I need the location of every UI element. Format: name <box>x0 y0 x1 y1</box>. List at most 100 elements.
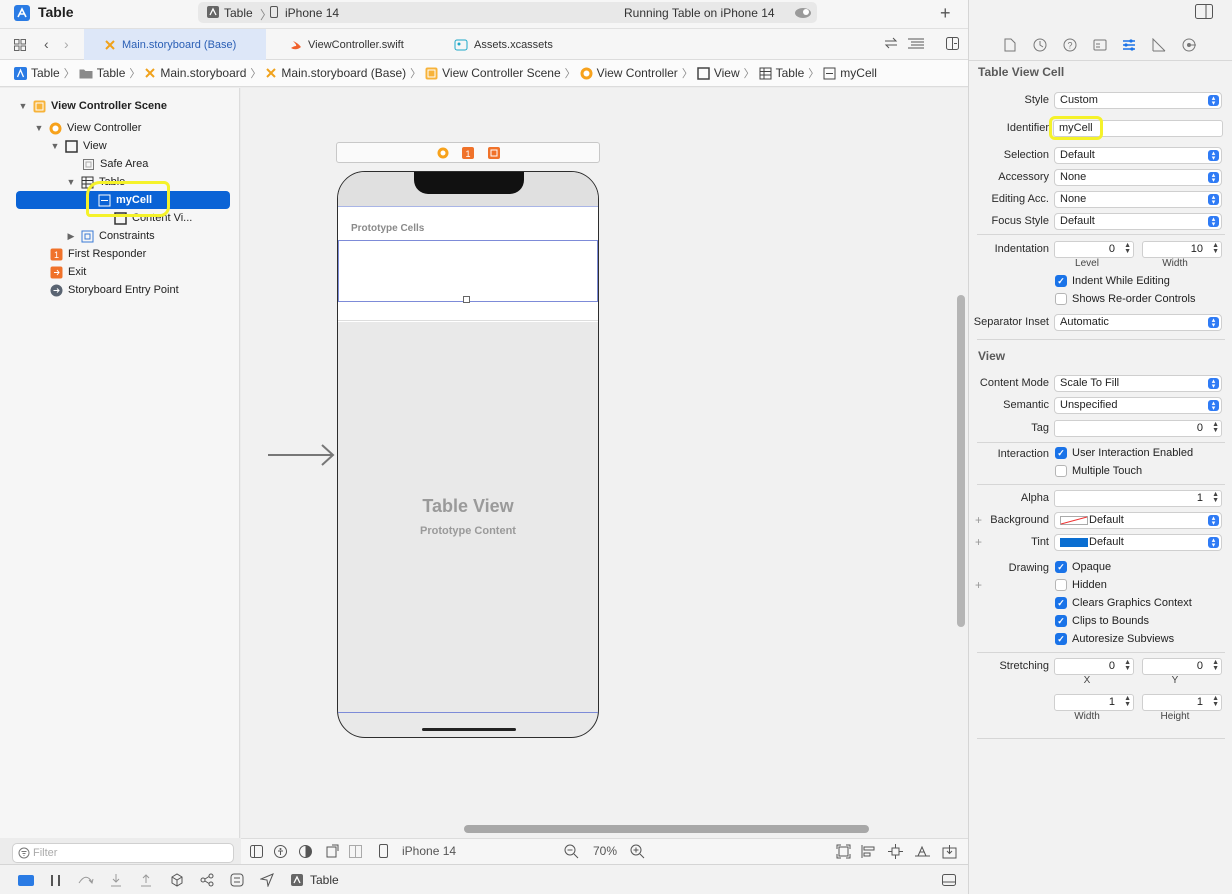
editing-accessory-popup[interactable]: None ▴ ▾ <box>1054 191 1222 208</box>
embed-in-icon[interactable] <box>942 844 957 859</box>
vertical-scrollbar[interactable] <box>957 295 965 627</box>
disclosure-icon[interactable]: ▼ <box>50 141 60 151</box>
step-out-icon[interactable] <box>140 873 152 887</box>
update-frames-icon[interactable] <box>836 844 851 859</box>
indent-width-stepper[interactable]: 10 ▲ ▼ <box>1142 241 1222 258</box>
environment-overrides-icon[interactable] <box>230 873 244 887</box>
indent-while-editing-checkbox[interactable]: ✓ Indent While Editing <box>1055 275 1170 287</box>
separator-inset-popup[interactable]: Automatic ▴ ▾ <box>1054 314 1222 331</box>
history-inspector-icon[interactable] <box>1033 38 1047 52</box>
accessibility-icon[interactable] <box>274 845 287 858</box>
split-editor-icon[interactable] <box>946 37 959 50</box>
hide-debug-area-icon[interactable] <box>942 874 956 886</box>
inspector-toggle-icon[interactable] <box>1195 4 1213 19</box>
file-inspector-icon[interactable] <box>1004 38 1018 52</box>
autoresize-checkbox[interactable]: ✓ Autoresize Subviews <box>1055 633 1174 645</box>
location-icon[interactable] <box>260 873 274 887</box>
disclosure-icon[interactable]: ▼ <box>34 123 44 133</box>
disclosure-icon[interactable]: ▶ <box>66 231 76 242</box>
stretch-y-stepper[interactable]: 0 ▲ ▼ <box>1142 658 1222 675</box>
filter-input[interactable] <box>33 847 223 859</box>
resize-handle[interactable] <box>463 296 470 303</box>
clears-context-checkbox[interactable]: ✓ Clears Graphics Context <box>1055 597 1192 609</box>
scheme-selector[interactable]: Table 〉 iPhone 14 Running Table on iPhon… <box>198 2 817 23</box>
add-icon[interactable]: + <box>940 3 951 24</box>
outline-constraints[interactable]: ▶ Constraints <box>66 227 155 245</box>
zoom-out-icon[interactable] <box>564 844 579 859</box>
device-name[interactable]: iPhone 14 <box>285 6 339 20</box>
dock-exit-icon[interactable] <box>488 147 500 159</box>
stretch-x-stepper[interactable]: 0 ▲ ▼ <box>1054 658 1134 675</box>
tab-assets[interactable]: Assets.xcassets <box>434 29 574 60</box>
outline-filter[interactable] <box>12 843 234 863</box>
attributes-inspector-icon[interactable] <box>1122 38 1136 52</box>
crumb-project[interactable]: Table <box>14 66 60 80</box>
console-toggle-icon[interactable] <box>18 875 34 886</box>
shows-reorder-checkbox[interactable]: Shows Re-order Controls <box>1055 293 1196 305</box>
accessory-popup[interactable]: None ▴ ▾ <box>1054 169 1222 186</box>
dock-first-responder-icon[interactable]: 1 <box>462 147 474 159</box>
crumb-folder[interactable]: Table <box>79 66 125 80</box>
scheme-name[interactable]: Table <box>224 6 253 20</box>
crumb-storyboard-base[interactable]: Main.storyboard (Base) <box>265 66 406 80</box>
add-variation-icon[interactable]: + <box>975 578 982 592</box>
appearance-icon[interactable] <box>299 845 312 858</box>
size-inspector-icon[interactable] <box>1152 38 1166 52</box>
help-inspector-icon[interactable]: ? <box>1063 38 1077 52</box>
outline-first-responder[interactable]: 1 First Responder <box>50 245 146 263</box>
alpha-stepper[interactable]: 1 ▲ ▼ <box>1054 490 1222 507</box>
outline-safe-area[interactable]: Safe Area <box>82 155 148 173</box>
crumb-scene[interactable]: View Controller Scene <box>425 66 561 80</box>
identity-inspector-icon[interactable] <box>1093 38 1107 52</box>
connections-inspector-icon[interactable] <box>1182 38 1196 52</box>
align-icon[interactable] <box>861 844 876 859</box>
background-popup[interactable]: Default ▴ ▾ <box>1054 512 1222 529</box>
disclosure-icon[interactable]: ▼ <box>66 177 76 187</box>
add-constraints-icon[interactable] <box>888 844 903 859</box>
memory-graph-icon[interactable] <box>200 873 214 887</box>
outline-scene[interactable]: ▼ View Controller Scene <box>18 97 167 115</box>
focus-style-popup[interactable]: Default ▴ ▾ <box>1054 213 1222 230</box>
cloud-status-icon[interactable] <box>794 6 812 18</box>
layout-icon[interactable] <box>349 845 362 858</box>
back-icon[interactable]: ‹ <box>44 36 49 52</box>
step-over-icon[interactable] <box>78 874 94 886</box>
zoom-in-icon[interactable] <box>630 844 645 859</box>
tint-popup[interactable]: Default ▴ ▾ <box>1054 534 1222 551</box>
swap-icon[interactable] <box>884 37 898 49</box>
device-selector[interactable]: iPhone 14 <box>402 844 456 858</box>
crumb-view[interactable]: View <box>697 66 740 80</box>
sidebar-toggle-icon[interactable] <box>250 845 263 858</box>
scene-dock[interactable]: 1 <box>336 142 600 163</box>
outline-view[interactable]: ▼ View <box>50 137 107 155</box>
crumb-table[interactable]: Table <box>759 66 804 80</box>
semantic-popup[interactable]: Unspecified ▴ ▾ <box>1054 397 1222 414</box>
crumb-storyboard[interactable]: Main.storyboard <box>144 66 246 80</box>
tab-main-storyboard[interactable]: Main.storyboard (Base) <box>84 29 266 60</box>
tag-stepper[interactable]: 0 ▲ ▼ <box>1054 420 1222 437</box>
outline-view-controller[interactable]: ▼ View Controller <box>34 119 141 137</box>
entry-point-arrow[interactable] <box>266 443 336 467</box>
view-hierarchy-icon[interactable] <box>170 873 184 887</box>
pause-icon[interactable] <box>50 874 62 887</box>
content-mode-popup[interactable]: Scale To Fill ▴ ▾ <box>1054 375 1222 392</box>
orientation-icon[interactable] <box>326 844 339 858</box>
stretch-width-stepper[interactable]: 1 ▲ ▼ <box>1054 694 1134 711</box>
dock-view-controller-icon[interactable] <box>437 147 449 159</box>
hidden-checkbox[interactable]: Hidden <box>1055 579 1107 591</box>
outline-exit[interactable]: Exit <box>50 263 86 281</box>
user-interaction-checkbox[interactable]: ✓ User Interaction Enabled <box>1055 447 1193 459</box>
crumb-view-controller[interactable]: View Controller <box>580 66 678 80</box>
forward-icon[interactable]: › <box>64 36 69 52</box>
outline-entry-point[interactable]: Storyboard Entry Point <box>50 281 179 299</box>
indent-level-stepper[interactable]: 0 ▲ ▼ <box>1054 241 1134 258</box>
clips-bounds-checkbox[interactable]: ✓ Clips to Bounds <box>1055 615 1149 627</box>
lines-icon[interactable] <box>908 38 924 49</box>
iphone-frame[interactable]: Prototype Cells Table View Prototype Con… <box>337 171 599 738</box>
step-into-icon[interactable] <box>110 873 122 887</box>
crumb-cell[interactable]: myCell <box>823 66 877 80</box>
stretch-height-stepper[interactable]: 1 ▲ ▼ <box>1142 694 1222 711</box>
opaque-checkbox[interactable]: ✓ Opaque <box>1055 561 1111 573</box>
disclosure-icon[interactable]: ▼ <box>18 101 28 111</box>
zoom-level[interactable]: 70% <box>593 844 617 858</box>
